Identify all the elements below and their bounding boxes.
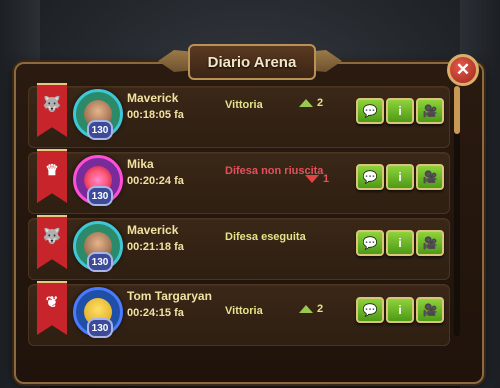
rank-change: 2 xyxy=(299,97,323,109)
chat-bubble-icon: 💬 xyxy=(362,236,378,250)
log-entry-row: ❦ 130 Tom Targaryan 00:24:15 fa Vittoria… xyxy=(28,281,450,346)
level-badge: 130 xyxy=(87,318,113,338)
window-title: Diario Arena xyxy=(188,44,316,80)
player-name: Maverick xyxy=(127,91,179,105)
rank-change: 1 xyxy=(305,173,329,185)
arrow-down-icon xyxy=(305,175,319,183)
chat-button[interactable]: 💬 xyxy=(356,230,384,256)
scrollbar[interactable] xyxy=(454,86,460,336)
replay-button[interactable]: 🎥 xyxy=(416,98,444,124)
scrollbar-thumb[interactable] xyxy=(454,86,460,134)
log-entry-row: 🐺 130 Maverick 00:18:05 fa Vittoria 2 💬 … xyxy=(28,83,450,148)
wolf-emblem-icon: 🐺 xyxy=(37,83,67,137)
info-button[interactable]: i xyxy=(386,98,414,124)
player-name: Tom Targaryan xyxy=(127,289,212,303)
time-ago: 00:20:24 fa xyxy=(127,175,184,187)
chat-button[interactable]: 💬 xyxy=(356,297,384,323)
replay-button[interactable]: 🎥 xyxy=(416,230,444,256)
player-name: Maverick xyxy=(127,223,179,237)
chat-bubble-icon: 💬 xyxy=(362,303,378,317)
replay-button[interactable]: 🎥 xyxy=(416,164,444,190)
camera-icon: 🎥 xyxy=(422,104,438,118)
rank-change-value: 2 xyxy=(317,303,324,315)
replay-button[interactable]: 🎥 xyxy=(416,297,444,323)
title-plate: Diario Arena xyxy=(158,44,342,80)
log-entry-row: ♛ 130 Mika 00:20:24 fa Difesa non riusci… xyxy=(28,149,450,214)
arrow-up-icon xyxy=(299,99,313,107)
close-icon: ✕ xyxy=(455,60,471,79)
battle-result: Vittoria xyxy=(225,305,263,317)
battle-result: Difesa eseguita xyxy=(225,231,306,243)
battle-result: Vittoria xyxy=(225,99,263,111)
info-icon: i xyxy=(398,104,402,118)
camera-icon: 🎥 xyxy=(422,170,438,184)
player-name: Mika xyxy=(127,157,154,171)
close-button[interactable]: ✕ xyxy=(447,54,479,86)
info-button[interactable]: i xyxy=(386,230,414,256)
rank-change-value: 1 xyxy=(323,173,330,185)
info-icon: i xyxy=(398,170,402,184)
rank-change: 2 xyxy=(299,303,323,315)
camera-icon: 🎥 xyxy=(422,303,438,317)
chat-button[interactable]: 💬 xyxy=(356,98,384,124)
crown-emblem-icon: ♛ xyxy=(37,149,67,203)
time-ago: 00:21:18 fa xyxy=(127,241,184,253)
arrow-up-icon xyxy=(299,305,313,313)
chat-button[interactable]: 💬 xyxy=(356,164,384,190)
info-icon: i xyxy=(398,236,402,250)
chat-bubble-icon: 💬 xyxy=(362,104,378,118)
log-entry-row: 🐺 130 Maverick 00:21:18 fa Difesa esegui… xyxy=(28,215,450,280)
time-ago: 00:24:15 fa xyxy=(127,307,184,319)
camera-icon: 🎥 xyxy=(422,236,438,250)
info-button[interactable]: i xyxy=(386,297,414,323)
level-badge: 130 xyxy=(87,252,113,272)
level-badge: 130 xyxy=(87,120,113,140)
chat-bubble-icon: 💬 xyxy=(362,170,378,184)
info-button[interactable]: i xyxy=(386,164,414,190)
info-icon: i xyxy=(398,303,402,317)
time-ago: 00:18:05 fa xyxy=(127,109,184,121)
level-badge: 130 xyxy=(87,186,113,206)
laurel-emblem-icon: ❦ xyxy=(37,281,67,335)
rank-change-value: 2 xyxy=(317,97,324,109)
wolf-emblem-icon: 🐺 xyxy=(37,215,67,269)
